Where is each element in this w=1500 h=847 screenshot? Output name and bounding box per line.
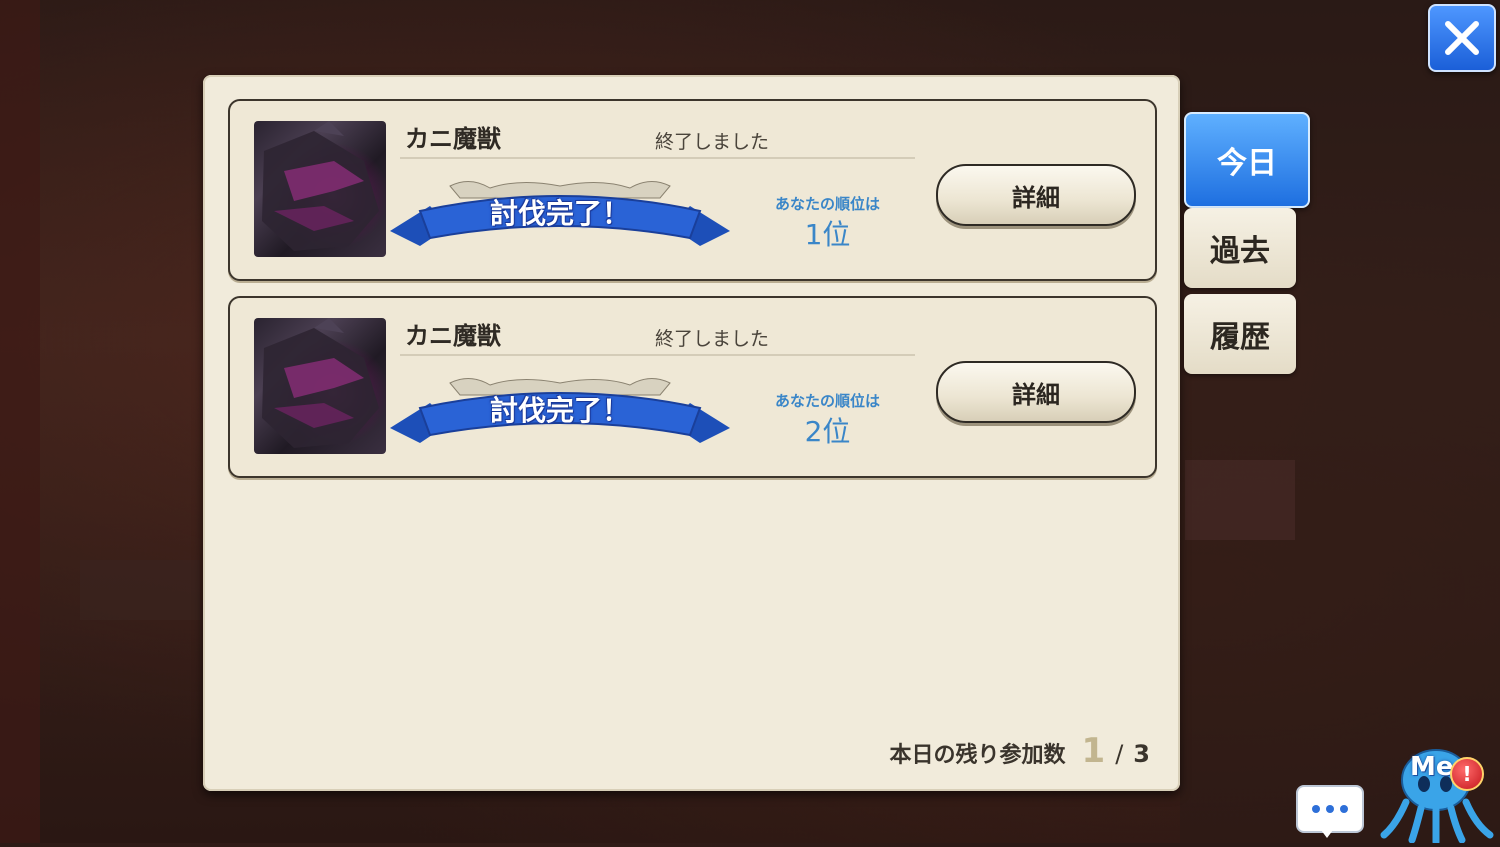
close-icon [1445, 21, 1479, 55]
raid-card: カニ魔獣 終了しました 討伐完了！ あなたの順位は 2位 詳細 [228, 296, 1157, 478]
ribbon-text: 討伐完了！ [489, 197, 630, 230]
rank-label: あなたの順位は [774, 195, 880, 213]
detail-button[interactable]: 詳細 [936, 164, 1136, 226]
tab-past[interactable]: 過去 [1184, 208, 1296, 288]
tab-history[interactable]: 履歴 [1184, 294, 1296, 374]
defeated-ribbon: 討伐完了！ [390, 176, 730, 258]
rank-value: 1位 [804, 218, 851, 251]
divider [400, 157, 915, 159]
remaining-separator: / [1115, 740, 1124, 768]
defeated-ribbon: 討伐完了！ [390, 373, 730, 455]
chat-dot [1326, 805, 1334, 813]
ribbon-text: 討伐完了！ [489, 394, 630, 427]
chat-bubble-tail [1318, 826, 1336, 838]
monster-thumbnail [254, 318, 386, 454]
raid-status: 終了しました [655, 131, 770, 153]
remaining-current: 1 [1081, 731, 1106, 771]
rank-value: 2位 [804, 415, 851, 448]
remaining-total: 3 [1133, 740, 1150, 768]
chat-dot [1312, 805, 1320, 813]
raid-list-panel: カニ魔獣 終了しました 討伐完了！ あなたの順位は 1位 詳細 カニ魔獣 終了し… [203, 75, 1180, 791]
detail-button[interactable]: 詳細 [936, 361, 1136, 423]
alert-badge: ! [1450, 757, 1484, 791]
divider [400, 354, 915, 356]
crab-monster-image [262, 121, 379, 251]
monster-thumbnail [254, 121, 386, 257]
monster-name: カニ魔獣 [405, 322, 501, 350]
tab-today[interactable]: 今日 [1184, 112, 1310, 208]
raid-status: 終了しました [655, 328, 770, 350]
remaining-label: 本日の残り参加数 [889, 743, 1066, 768]
monster-name: カニ魔獣 [405, 125, 501, 153]
rank-label: あなたの順位は [774, 392, 880, 410]
close-button[interactable] [1428, 4, 1496, 72]
raid-card: カニ魔獣 終了しました 討伐完了！ あなたの順位は 1位 詳細 [228, 99, 1157, 281]
remaining-entries: 本日の残り参加数 1 / 3 [890, 731, 1150, 771]
crab-monster-image [262, 318, 379, 448]
mascot-label: Me [1410, 752, 1454, 782]
chat-dot [1340, 805, 1348, 813]
